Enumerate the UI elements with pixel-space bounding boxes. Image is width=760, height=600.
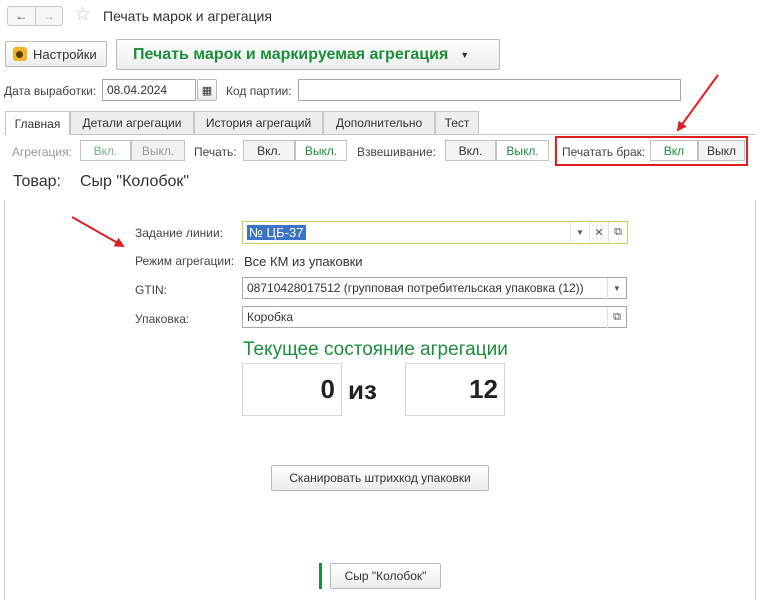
annotation-arrow-defect (676, 74, 719, 132)
annotation-arrows (71, 74, 719, 247)
annotation-arrow-form (71, 216, 125, 247)
